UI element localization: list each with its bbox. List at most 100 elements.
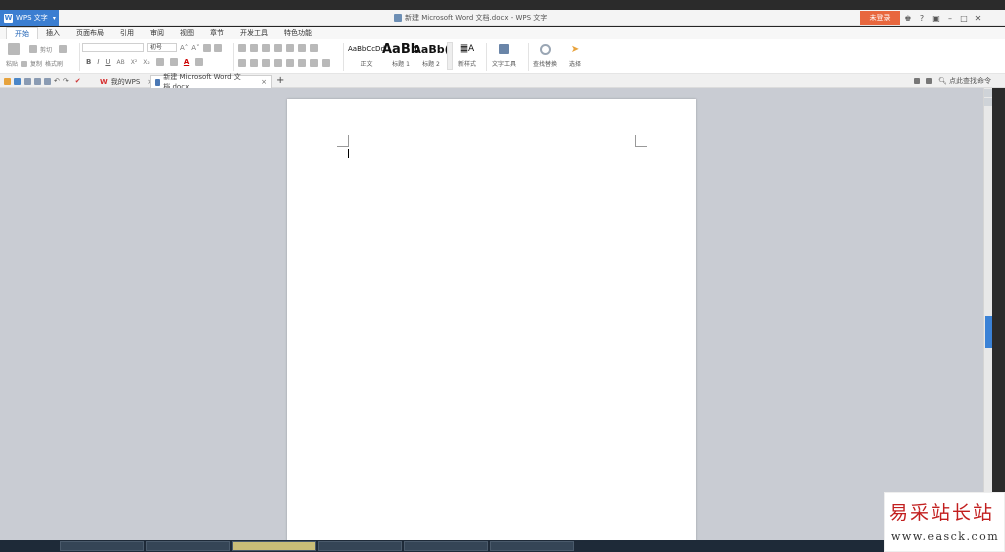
chinese-layout-icon[interactable] <box>286 44 294 52</box>
underline-icon[interactable]: U <box>105 58 110 66</box>
undo-icon[interactable]: ↶ <box>54 77 60 85</box>
align-right-icon[interactable] <box>262 59 270 67</box>
document-workspace <box>0 88 983 540</box>
tab-special[interactable]: 特色功能 <box>276 27 320 39</box>
quick-access-toolbar: ↶ ↷ ✔ <box>4 77 81 85</box>
close-button[interactable]: ✕ <box>973 14 983 23</box>
scrollbar-thumb[interactable] <box>985 316 992 348</box>
highlight-icon[interactable] <box>169 58 178 66</box>
output-pdf-icon[interactable] <box>24 77 31 85</box>
italic-icon[interactable]: I <box>97 58 99 66</box>
line-spacing-icon[interactable] <box>298 59 306 67</box>
taskbar-item[interactable] <box>60 541 144 551</box>
tab-section[interactable]: 章节 <box>202 27 232 39</box>
tab-my-wps[interactable]: W 我的WPS × <box>96 75 157 88</box>
show-marks-icon[interactable] <box>310 44 318 52</box>
shading-icon[interactable] <box>310 59 318 67</box>
tab-home[interactable]: 开始 <box>6 27 38 39</box>
new-style-button[interactable]: ䷀A 新样式 <box>458 41 476 68</box>
minimize-button[interactable]: – <box>945 14 955 23</box>
paste-icon[interactable] <box>8 43 20 55</box>
window-frame-top <box>0 0 1005 10</box>
sort-icon[interactable] <box>298 44 306 52</box>
skin-icon[interactable]: ♚ <box>903 14 913 23</box>
font-size-select[interactable]: 初号 <box>147 43 177 52</box>
style-normal-name: 正文 <box>360 61 373 68</box>
tab-developer[interactable]: 开发工具 <box>232 27 276 39</box>
print-icon[interactable] <box>34 77 41 85</box>
select-label: 选择 <box>569 61 582 68</box>
save-icon[interactable] <box>14 77 21 85</box>
increase-indent-icon[interactable] <box>274 44 282 52</box>
redo-icon[interactable]: ↷ <box>63 77 69 85</box>
style-normal[interactable]: AaBbCcDd 正文 <box>348 41 385 68</box>
divider <box>528 43 529 71</box>
align-left-icon[interactable] <box>238 59 246 67</box>
find-replace-button[interactable]: 查找替换 <box>533 41 557 68</box>
shrink-font-icon[interactable]: A˅ <box>191 44 199 52</box>
find-replace-icon <box>539 41 551 57</box>
taskbar-item[interactable] <box>490 541 574 551</box>
superscript-icon[interactable]: X² <box>131 59 138 66</box>
strikethrough-icon[interactable]: AB <box>117 59 125 66</box>
paste-label[interactable]: 粘贴 <box>6 59 18 68</box>
format-painter-label[interactable]: 格式刷 <box>45 59 63 68</box>
justify-icon[interactable] <box>274 59 282 67</box>
scroll-page-icon[interactable] <box>984 98 992 106</box>
char-border-icon[interactable] <box>195 58 204 66</box>
phonetic-icon[interactable] <box>213 43 222 52</box>
clear-format-icon[interactable] <box>202 43 211 52</box>
login-button[interactable]: 未登录 <box>860 11 900 25</box>
cut-label[interactable]: 剪切 <box>40 45 52 54</box>
taskbar-item-active[interactable] <box>232 541 316 551</box>
print-preview-icon[interactable] <box>44 77 51 85</box>
bullet-list-icon[interactable] <box>238 44 246 52</box>
copy-label[interactable]: 复制 <box>30 59 42 68</box>
format-painter-icon[interactable] <box>59 45 68 53</box>
bold-icon[interactable]: B <box>86 58 91 66</box>
ribbon-tabs: 开始 插入 页面布局 引用 审阅 视图 章节 开发工具 特色功能 <box>0 27 1005 39</box>
distribute-icon[interactable] <box>286 59 294 67</box>
scroll-up-icon[interactable] <box>984 89 992 97</box>
open-icon[interactable] <box>4 77 11 85</box>
app-menu-button[interactable]: W WPS 文字 ▾ <box>0 10 59 26</box>
text-tools-button[interactable]: 文字工具 <box>492 41 516 68</box>
borders-icon[interactable] <box>322 59 330 67</box>
check-icon[interactable]: ✔ <box>75 77 81 85</box>
tab-review[interactable]: 审阅 <box>142 27 172 39</box>
command-search[interactable]: 🔍︎ 点此查找命令 <box>938 76 991 86</box>
font-color-icon[interactable]: A <box>184 58 189 66</box>
select-button[interactable]: ➤ 选择 <box>569 41 582 69</box>
tab-insert[interactable]: 插入 <box>38 27 68 39</box>
decrease-indent-icon[interactable] <box>262 44 270 52</box>
cut-icon[interactable] <box>29 45 37 53</box>
tab-references[interactable]: 引用 <box>112 27 142 39</box>
restore-ribbon-icon[interactable]: ▣ <box>931 14 941 23</box>
grow-font-icon[interactable]: A˄ <box>180 44 188 52</box>
skin-toggle-icon[interactable] <box>914 78 921 84</box>
font-name-input[interactable] <box>82 43 144 52</box>
tab-view[interactable]: 视图 <box>172 27 202 39</box>
tab-page-layout[interactable]: 页面布局 <box>68 27 112 39</box>
taskbar-item[interactable] <box>404 541 488 551</box>
style-heading1-name: 标题 1 <box>392 61 410 68</box>
document-page[interactable] <box>287 99 696 540</box>
align-center-icon[interactable] <box>250 59 258 67</box>
style-heading2[interactable]: AaBb( 标题 2 <box>415 41 447 69</box>
styles-scroll[interactable] <box>447 42 453 70</box>
numbered-list-icon[interactable] <box>250 44 258 52</box>
collapse-ribbon-icon[interactable] <box>926 78 933 84</box>
tab-current-document[interactable]: 新建 Microsoft Word 文档.docx × <box>150 73 272 91</box>
text-effect-icon[interactable] <box>155 58 164 66</box>
chevron-down-icon: ▾ <box>52 14 56 22</box>
subscript-icon[interactable]: X₂ <box>143 59 150 66</box>
window-controls: ♚ ? ▣ – □ ✕ <box>903 11 983 25</box>
new-tab-button[interactable]: + <box>276 75 284 86</box>
close-tab-icon[interactable]: × <box>261 78 267 86</box>
help-button[interactable]: ? <box>917 14 927 23</box>
copy-icon[interactable] <box>21 60 28 67</box>
taskbar-item[interactable] <box>318 541 402 551</box>
vertical-scrollbar[interactable] <box>983 88 992 540</box>
taskbar-item[interactable] <box>146 541 230 551</box>
maximize-button[interactable]: □ <box>959 14 969 23</box>
